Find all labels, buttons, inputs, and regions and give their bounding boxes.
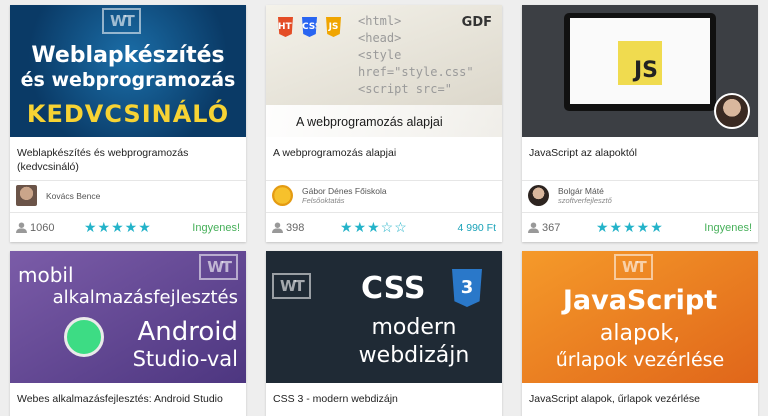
course-thumbnail[interactable]: WT CSS 3 modern webdizájn [266,251,502,383]
thumb-line: Studio-val [132,347,238,371]
avatar [528,185,549,206]
person-icon [272,222,283,233]
course-author[interactable]: Gábor Dénes Főiskola Felsőoktatás [266,180,502,210]
course-footer: 398 ★★★☆☆ 4 990 Ft [266,212,502,242]
course-author[interactable]: Bolgár Máté szoftverfejlesztő [522,180,758,210]
code-line: <style href="style.css" [358,48,474,79]
thumb-line: űrlapok vezérlése [555,349,725,371]
learner-count-value: 367 [542,221,561,234]
person-icon [528,222,539,233]
course-thumbnail[interactable]: WT mobil alkalmazásfejlesztés Android St… [10,251,246,383]
price-label: 4 990 Ft [457,221,496,234]
thumb-line: JavaScript [562,285,718,316]
thumb-css-text: CSS [361,271,426,306]
person-icon [16,222,27,233]
android-studio-icon [64,317,104,357]
course-card[interactable]: HTML CSS JS <html> <head> <style href="s… [266,5,502,242]
course-title[interactable]: A webprogramozás alapjai [266,137,502,180]
author-subtitle: szoftverfejlesztő [558,196,612,205]
course-card[interactable]: WT Weblapkészítés és webprogramozás KEDV… [10,5,246,242]
thumb-line: mobil [18,263,74,287]
instructor-photo [714,93,750,129]
js-logo: JS [618,41,662,85]
course-thumbnail[interactable]: HTML CSS JS <html> <head> <style href="s… [266,5,502,137]
html5-icon: HTML [278,17,293,37]
author-name: Bolgár Máté [558,186,604,196]
course-card[interactable]: JS JavaScript az alapoktól Bolgár Máté s… [522,5,758,242]
code-line: <script src=" [358,82,452,96]
learner-count: 398 [272,222,340,234]
learner-count-value: 398 [286,221,305,234]
thumb-line: Android [137,317,238,347]
course-title[interactable]: CSS 3 - modern webdizájn [266,383,502,416]
star-icon: ★★★ [340,219,381,235]
star-empty-icon: ☆☆ [380,219,408,235]
course-footer: 1060 ★★★★★ Ingyenes! [10,212,246,242]
thumb-line: modern [371,315,457,340]
css3-icon: 3 [452,269,482,307]
css3-icon: CSS [302,17,317,37]
price-label: Ingyenes! [704,221,752,234]
wt-logo: WT [199,254,238,280]
course-card[interactable]: WT mobil alkalmazásfejlesztés Android St… [10,251,246,416]
author-subtitle: Felsőoktatás [302,196,345,205]
author-name: Kovács Bence [46,190,101,201]
course-title[interactable]: Weblapkészítés és webprogramozás (kedvcs… [10,137,246,180]
gdf-logo: GDF [461,15,492,30]
thumb-band-text: A webprogramozás alapjai [296,115,443,129]
course-author[interactable]: Kovács Bence [10,180,246,210]
learner-count: 367 [528,222,596,234]
course-title[interactable]: JavaScript az alapoktól [522,137,758,180]
avatar [272,185,293,206]
course-title[interactable]: Webes alkalmazásfejlesztés: Android Stud… [10,383,246,416]
course-thumbnail[interactable]: JS [522,5,758,137]
thumb-line: és webprogramozás [20,69,236,91]
rating-stars: ★★★☆☆ [340,219,457,236]
rating-stars: ★★★★★ [596,219,704,236]
wt-logo: WT [102,8,141,34]
thumb-line: alkalmazásfejlesztés [52,287,238,308]
course-thumbnail[interactable]: WT JavaScript alapok, űrlapok vezérlése [522,251,758,383]
course-thumbnail[interactable]: WT Weblapkészítés és webprogramozás KEDV… [10,5,246,137]
star-icon: ★★★★★ [84,219,152,235]
course-card[interactable]: WT JavaScript alapok, űrlapok vezérlése … [522,251,758,416]
price-label: Ingyenes! [192,221,240,234]
thumb-line: Weblapkészítés [31,43,225,68]
wt-logo: WT [614,254,653,280]
course-title[interactable]: JavaScript alapok, űrlapok vezérlése [522,383,758,416]
learner-count-value: 1060 [30,221,55,234]
thumb-line: KEDVCSINÁLÓ [26,100,230,128]
thumb-line: alapok, [599,321,681,346]
wt-logo: WT [272,273,311,299]
rating-stars: ★★★★★ [84,219,192,236]
js-icon: JS [326,17,341,37]
code-line: <head> [358,31,402,45]
thumb-line: webdizájn [358,343,470,368]
learner-count: 1060 [16,222,84,234]
star-icon: ★★★★★ [596,219,664,235]
course-card[interactable]: WT CSS 3 modern webdizájn CSS 3 - modern… [266,251,502,416]
author-name: Gábor Dénes Főiskola [302,186,387,196]
avatar [16,185,37,206]
course-footer: 367 ★★★★★ Ingyenes! [522,212,758,242]
